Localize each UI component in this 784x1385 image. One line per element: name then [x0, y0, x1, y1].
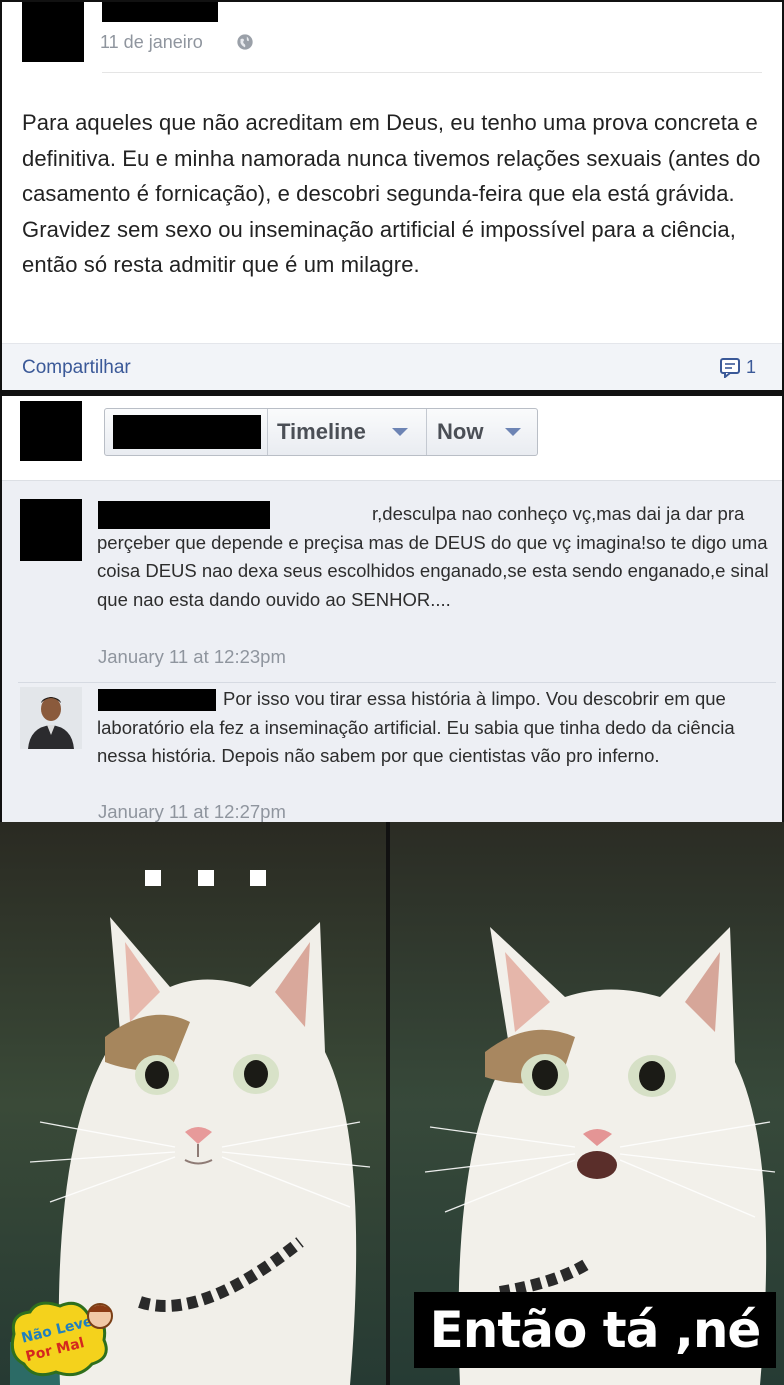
comment-time[interactable]: January 11 at 12:23pm	[98, 646, 286, 668]
post-text: Para aqueles que não acreditam em Deus, …	[22, 110, 761, 277]
header-divider	[102, 72, 762, 73]
comment-item: Por isso vou tirar essa história à limpo…	[2, 683, 782, 822]
globe-icon[interactable]	[236, 33, 254, 51]
site-logo: Não Leve Por Mal	[10, 1301, 113, 1377]
cat-meme: Então tá ,né Não Leve Por Mal	[0, 822, 784, 1385]
comment-item: r,desculpa nao conheço vç,mas dai ja dar…	[2, 481, 782, 671]
comment-list: r,desculpa nao conheço vç,mas dai ja dar…	[2, 481, 782, 822]
author-avatar-redacted[interactable]	[22, 2, 84, 62]
viewer-avatar-redacted[interactable]	[20, 401, 82, 461]
selector-divider	[267, 409, 268, 455]
author-name-redacted[interactable]	[102, 2, 218, 22]
comment-time[interactable]: January 11 at 12:27pm	[98, 801, 286, 822]
meme-caption: Então tá ,né	[414, 1292, 776, 1368]
comment-text: r,desculpa nao conheço vç,mas dai ja dar…	[97, 503, 769, 610]
timeline-selector: Timeline Now	[104, 408, 538, 456]
share-link[interactable]: Compartilhar	[22, 357, 131, 379]
commenter-avatar-redacted[interactable]	[20, 499, 82, 561]
post-date[interactable]: 11 de janeiro	[100, 32, 203, 53]
comment-count[interactable]: 1	[746, 357, 756, 378]
profile-name-redacted[interactable]	[113, 415, 261, 449]
timeline-dropdown[interactable]: Timeline	[277, 419, 366, 445]
comment-icon[interactable]	[720, 358, 742, 378]
comment-text: Por isso vou tirar essa história à limpo…	[97, 688, 735, 766]
facebook-post: 11 de janeiro Para aqueles que não acred…	[0, 0, 784, 392]
now-dropdown[interactable]: Now	[437, 419, 483, 445]
commenter-avatar[interactable]	[20, 687, 82, 749]
timeline-section: Timeline Now r,desculpa nao conheço vç,m…	[0, 396, 784, 822]
chevron-down-icon[interactable]	[392, 428, 408, 436]
selector-divider	[426, 409, 427, 455]
post-footer: Compartilhar 1	[2, 343, 782, 390]
chevron-down-icon[interactable]	[505, 428, 521, 436]
